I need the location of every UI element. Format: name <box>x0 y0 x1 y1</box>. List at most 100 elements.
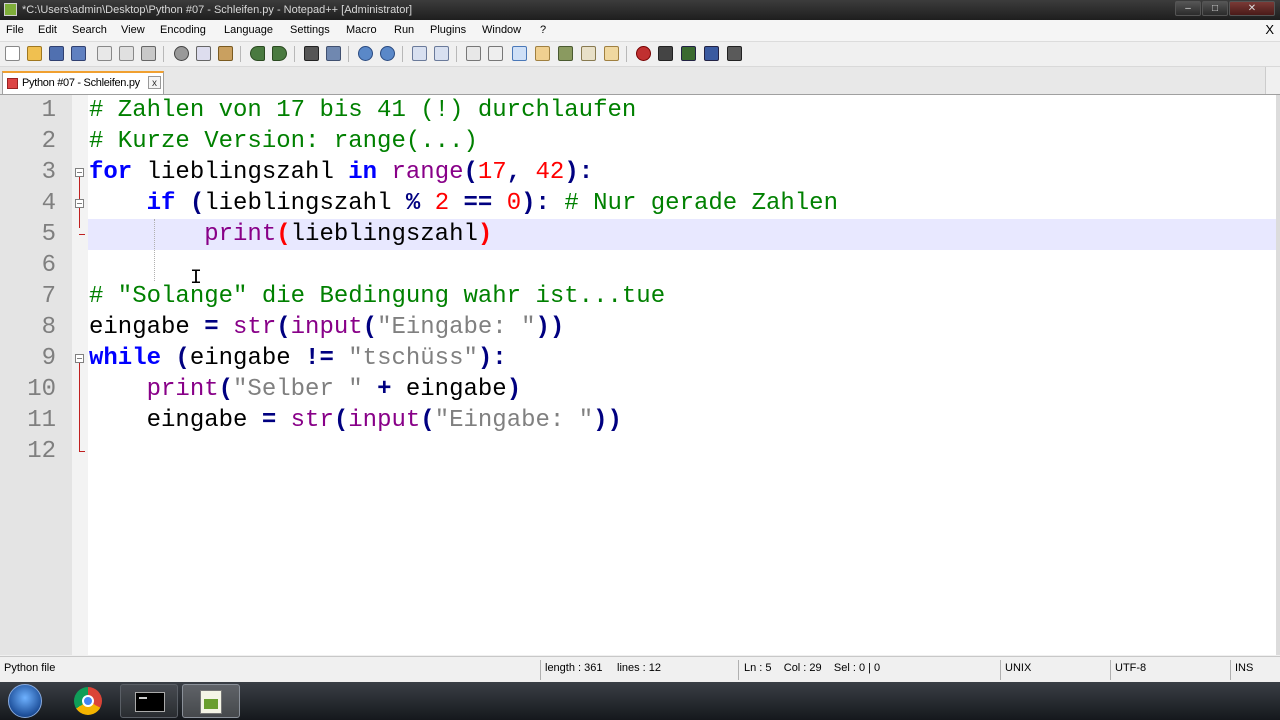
menu-bar: File Edit Search View Encoding Language … <box>0 20 1280 42</box>
function-list-icon[interactable] <box>581 46 596 61</box>
menu-macro[interactable]: Macro <box>346 24 377 36</box>
fold-range-line <box>79 363 80 451</box>
replace-icon[interactable] <box>326 46 341 61</box>
toolbar-separator <box>348 46 349 62</box>
status-bar: Python file length : 361 lines : 12 Ln :… <box>0 656 1280 683</box>
menu-search[interactable]: Search <box>72 24 107 36</box>
tab-python-07-schleifen[interactable]: Python #07 - Schleifen.py x <box>2 71 164 94</box>
line-number: 3 <box>41 159 56 186</box>
tab-close-icon[interactable]: x <box>148 76 161 89</box>
cmd-icon[interactable] <box>120 684 178 718</box>
status-encoding: UTF-8 <box>1115 662 1147 674</box>
status-divider <box>1000 660 1001 680</box>
notepadpp-icon[interactable] <box>182 684 240 718</box>
record-macro-icon[interactable] <box>636 46 651 61</box>
fold-margin[interactable] <box>72 95 88 655</box>
tab-scroll-button[interactable] <box>1265 67 1280 94</box>
fold-toggle-icon[interactable] <box>75 199 84 208</box>
toolbar-separator <box>402 46 403 62</box>
code-line: # Kurze Version: range(...) <box>89 128 478 155</box>
open-file-icon[interactable] <box>27 46 42 61</box>
code-line: eingabe = str(input("Eingabe: ")) <box>89 314 565 341</box>
minimize-button[interactable]: – <box>1175 1 1201 16</box>
user-language-icon[interactable] <box>535 46 550 61</box>
status-lines: lines : 12 <box>617 662 662 674</box>
indent-guide-icon[interactable] <box>512 46 527 61</box>
menu-view[interactable]: View <box>121 24 145 36</box>
line-number: 10 <box>27 376 56 403</box>
line-number: 12 <box>27 438 56 465</box>
close-document-button[interactable]: X <box>1265 22 1274 37</box>
menu-settings[interactable]: Settings <box>290 24 330 36</box>
print-icon[interactable] <box>141 46 156 61</box>
sync-vertical-icon[interactable] <box>412 46 427 61</box>
text-cursor-ibeam-icon: I <box>190 267 203 290</box>
menu-help[interactable]: ? <box>540 24 546 36</box>
code-line: for lieblingszahl in range(17, 42): <box>89 159 594 186</box>
menu-window[interactable]: Window <box>482 24 521 36</box>
status-divider <box>1110 660 1111 680</box>
cut-icon[interactable] <box>174 46 189 61</box>
show-all-chars-icon[interactable] <box>488 46 503 61</box>
undo-icon[interactable] <box>250 46 265 61</box>
chrome-icon[interactable] <box>60 684 118 718</box>
word-wrap-icon[interactable] <box>466 46 481 61</box>
status-divider <box>1230 660 1231 680</box>
toolbar <box>0 42 1280 67</box>
status-eol: UNIX <box>1005 662 1032 674</box>
status-file-type: Python file <box>4 662 56 674</box>
code-line: eingabe = str(input("Eingabe: ")) <box>89 407 622 434</box>
run-macro-multiple-icon[interactable] <box>704 46 719 61</box>
find-icon[interactable] <box>304 46 319 61</box>
save-macro-icon[interactable] <box>727 46 742 61</box>
folder-workspace-icon[interactable] <box>604 46 619 61</box>
toolbar-separator <box>163 46 164 62</box>
line-number: 11 <box>27 407 56 434</box>
title-bar: *C:\Users\admin\Desktop\Python #07 - Sch… <box>0 0 1280 20</box>
tab-label: Python #07 - Schleifen.py <box>22 77 140 89</box>
toolbar-separator <box>626 46 627 62</box>
paste-icon[interactable] <box>218 46 233 61</box>
close-icon[interactable] <box>97 46 112 61</box>
redo-icon[interactable] <box>272 46 287 61</box>
stop-macro-icon[interactable] <box>658 46 673 61</box>
fold-toggle-icon[interactable] <box>75 354 84 363</box>
editor[interactable]: 1 2 3 4 5 6 7 8 9 10 11 12 # Zahlen von … <box>0 95 1280 655</box>
fold-range-end <box>79 234 85 235</box>
menu-run[interactable]: Run <box>394 24 414 36</box>
new-file-icon[interactable] <box>5 46 20 61</box>
menu-language[interactable]: Language <box>224 24 273 36</box>
fold-toggle-icon[interactable] <box>75 168 84 177</box>
line-number: 7 <box>41 283 56 310</box>
sync-horizontal-icon[interactable] <box>434 46 449 61</box>
code-line: # "Solange" die Bedingung wahr ist...tue <box>89 283 666 310</box>
menu-edit[interactable]: Edit <box>38 24 57 36</box>
zoom-out-icon[interactable] <box>380 46 395 61</box>
doc-map-icon[interactable] <box>558 46 573 61</box>
copy-icon[interactable] <box>196 46 211 61</box>
line-number: 9 <box>41 345 56 372</box>
status-length: length : 361 <box>545 662 603 674</box>
line-number: 4 <box>41 190 56 217</box>
zoom-in-icon[interactable] <box>358 46 373 61</box>
code-line: if (lieblingszahl % 2 == 0): # Nur gerad… <box>146 190 838 217</box>
close-button[interactable]: ✕ <box>1229 1 1275 16</box>
line-number: 1 <box>41 97 56 124</box>
code-line: # Zahlen von 17 bis 41 (!) durchlaufen <box>89 97 637 124</box>
taskbar <box>0 682 1280 720</box>
menu-plugins[interactable]: Plugins <box>430 24 466 36</box>
close-all-icon[interactable] <box>119 46 134 61</box>
maximize-button[interactable]: □ <box>1202 1 1228 16</box>
tab-bar: Python #07 - Schleifen.py x <box>0 67 1280 95</box>
save-icon[interactable] <box>49 46 64 61</box>
line-number: 2 <box>41 128 56 155</box>
line-number: 6 <box>41 252 56 279</box>
play-macro-icon[interactable] <box>681 46 696 61</box>
notepadpp-app-icon <box>4 3 17 16</box>
save-all-icon[interactable] <box>71 46 86 61</box>
code-line: print(lieblingszahl) <box>204 221 493 248</box>
start-orb-icon[interactable] <box>8 684 42 718</box>
menu-encoding[interactable]: Encoding <box>160 24 206 36</box>
vertical-scrollbar[interactable] <box>1276 95 1280 655</box>
menu-file[interactable]: File <box>6 24 24 36</box>
